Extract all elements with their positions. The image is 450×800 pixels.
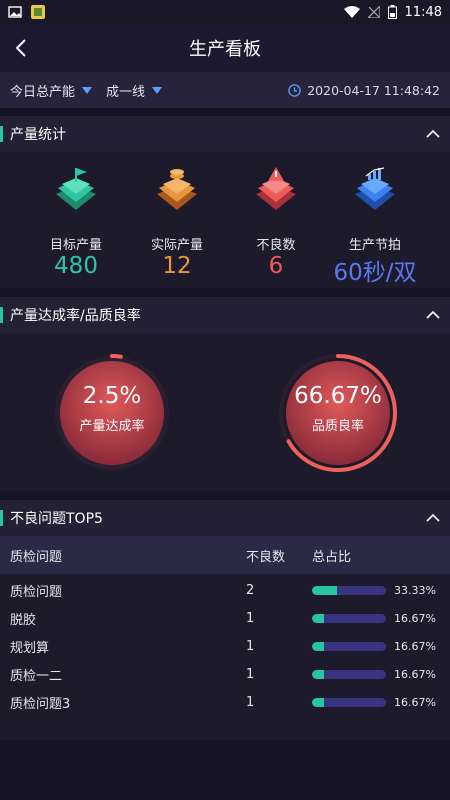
caret-down-icon xyxy=(152,86,163,94)
chevron-up-icon[interactable] xyxy=(426,128,440,140)
page-title: 生产看板 xyxy=(189,39,261,60)
caret-down-icon xyxy=(82,86,93,94)
ratio-cell: 16.67% xyxy=(394,639,436,653)
ratio-bar-fill xyxy=(312,698,325,707)
table-row[interactable]: 脱胶 1 16.67% xyxy=(0,604,450,632)
stat-value: 480 xyxy=(54,253,98,279)
table-row[interactable]: 规划算 1 16.67% xyxy=(0,632,450,660)
ratio-bar-fill xyxy=(312,670,325,679)
wifi-icon xyxy=(343,6,360,18)
header-ratio: 总占比 xyxy=(312,549,352,565)
quality-label: 品质良率 xyxy=(311,419,364,434)
status-bar: 11:48 xyxy=(0,0,450,24)
stat-label: 目标产量 xyxy=(49,238,102,253)
chevron-up-icon[interactable] xyxy=(426,309,440,321)
production-section-header[interactable]: 产量统计 xyxy=(0,116,450,152)
rates-section-header[interactable]: 产量达成率/品质良率 xyxy=(0,297,450,333)
issue-cell: 质检问题 xyxy=(10,584,63,600)
section-title: 不良问题TOP5 xyxy=(10,511,103,527)
ratio-bar xyxy=(312,698,386,707)
ratio-bar xyxy=(312,614,386,623)
issue-cell: 质检问题3 xyxy=(10,696,71,712)
ratio-cell: 16.67% xyxy=(394,667,436,681)
issue-cell: 质检一二 xyxy=(10,668,63,684)
ratio-bar xyxy=(312,586,386,595)
section-title: 产量统计 xyxy=(10,127,66,143)
achievement-label: 产量达成率 xyxy=(79,419,145,434)
top5-section-header[interactable]: 不良问题TOP5 xyxy=(0,500,450,536)
top5-section: 质检问题 不良数 总占比 质检问题 2 33.33% 脱胶 1 16.67% 规… xyxy=(0,536,450,740)
line-dropdown-label: 成一线 xyxy=(106,84,146,100)
ratio-cell: 16.67% xyxy=(394,695,436,709)
ratio-bar-fill xyxy=(312,586,337,595)
ratio-bar-fill xyxy=(312,642,325,651)
stat-value: 12 xyxy=(162,253,192,279)
ratio-cell: 33.33% xyxy=(394,583,436,597)
back-arrow-icon[interactable] xyxy=(10,36,34,60)
header-count: 不良数 xyxy=(246,549,286,565)
table-header: 质检问题 不良数 总占比 xyxy=(0,536,450,574)
capacity-dropdown[interactable]: 今日总产能 xyxy=(10,81,93,100)
chevron-up-icon[interactable] xyxy=(426,512,440,524)
coins-pyramid-icon xyxy=(157,169,197,210)
gallery-icon xyxy=(8,6,22,18)
production-section: 目标产量 480 实际产量 12 不良数 6 生产节拍 60秒/双 xyxy=(0,152,450,288)
ratio-bar-fill xyxy=(312,614,325,623)
achievement-ring: 2.5% 产量达成率 xyxy=(52,353,172,473)
stat-label: 不良数 xyxy=(256,238,296,253)
trend-pyramid-icon xyxy=(355,167,395,210)
rates-section: 2.5% 产量达成率 66.67% 品质良率 xyxy=(0,333,450,491)
clock-icon xyxy=(288,83,301,97)
capacity-dropdown-label: 今日总产能 xyxy=(10,84,76,100)
no-signal-icon xyxy=(367,6,380,18)
header-issue: 质检问题 xyxy=(10,549,63,565)
issue-cell: 脱胶 xyxy=(10,612,37,628)
ratio-bar xyxy=(312,642,386,651)
battery-icon xyxy=(387,5,397,19)
count-cell: 1 xyxy=(246,610,255,626)
stat-value: 6 xyxy=(268,253,284,279)
warning-pyramid-icon xyxy=(256,167,296,210)
count-cell: 1 xyxy=(246,666,255,682)
stat-label: 生产节拍 xyxy=(348,238,401,253)
nav-bar: 生产看板 xyxy=(0,24,450,72)
achievement-value: 2.5% xyxy=(82,383,142,409)
quality-ring: 66.67% 品质良率 xyxy=(278,353,398,473)
table-row[interactable]: 质检问题 2 33.33% xyxy=(0,576,450,604)
ratio-cell: 16.67% xyxy=(394,611,436,625)
filter-bar: 今日总产能 成一线 2020-04-17 11:48:42 xyxy=(0,72,450,108)
count-cell: 1 xyxy=(246,638,255,654)
datetime-value: 2020-04-17 11:48:42 xyxy=(307,82,440,98)
table-row[interactable]: 质检一二 1 16.67% xyxy=(0,660,450,688)
ratio-bar xyxy=(312,670,386,679)
table-row[interactable]: 质检问题3 1 16.67% xyxy=(0,688,450,716)
stat-label: 实际产量 xyxy=(150,238,203,253)
stat-value: 60秒/双 xyxy=(333,260,417,286)
clock: 11:48 xyxy=(404,4,442,20)
quality-value: 66.67% xyxy=(294,383,382,409)
issue-cell: 规划算 xyxy=(10,640,50,656)
line-dropdown[interactable]: 成一线 xyxy=(106,81,163,100)
app-icon xyxy=(31,5,45,19)
section-title: 产量达成率/品质良率 xyxy=(10,308,141,324)
count-cell: 2 xyxy=(246,582,255,598)
datetime: 2020-04-17 11:48:42 xyxy=(288,83,440,98)
flag-pyramid-icon xyxy=(56,168,96,210)
count-cell: 1 xyxy=(246,694,255,710)
